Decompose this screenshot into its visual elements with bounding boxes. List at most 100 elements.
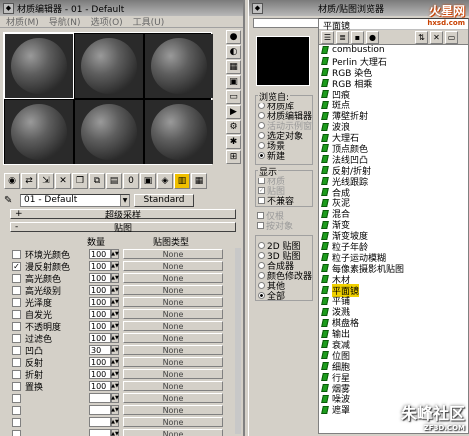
filter-option[interactable]: 3D 贴图 [256,250,312,260]
radio-button[interactable] [258,111,265,119]
get-material-icon[interactable]: ◉ [4,173,20,189]
map-amount-spinner[interactable]: ▲▼ [89,417,119,427]
rollout-maps[interactable]: - 贴图 [10,222,236,234]
radio-button[interactable] [258,261,265,269]
map-enable-checkbox[interactable] [12,309,21,319]
go-forward-sibling-icon[interactable]: ▦ [191,173,207,189]
chevron-down-icon[interactable]: ▼ [120,194,129,206]
sample-slot[interactable] [75,34,143,98]
browse-from-option[interactable]: 活动示例窗 [256,120,312,130]
checkbox[interactable]: ✓ [258,186,265,194]
map-amount-spinner[interactable]: ▲▼ [89,405,119,415]
select-by-material-icon[interactable]: ✱ [226,135,241,149]
make-unique-icon[interactable]: ⧉ [89,173,105,189]
material-effects-icon[interactable]: 0 [123,173,139,189]
checkbox[interactable] [257,211,264,219]
map-slot-button[interactable]: None [123,285,223,295]
browse-from-option[interactable]: 场景 [256,140,312,150]
map-amount-value[interactable]: 100 [89,309,111,319]
radio-button[interactable] [258,271,265,279]
spinner-arrows-icon[interactable]: ▲▼ [111,273,119,283]
map-enable-checkbox[interactable] [12,297,21,307]
map-amount-spinner[interactable]: 100 ▲▼ [89,357,119,367]
map-amount-spinner[interactable]: 100 ▲▼ [89,369,119,379]
editor-scrollbar[interactable] [235,248,241,434]
map-slot-button[interactable]: None [123,261,223,271]
delete-from-library-icon[interactable]: ✕ [430,30,443,44]
assign-to-selection-icon[interactable]: ⇲ [38,173,54,189]
spinner-arrows-icon[interactable]: ▲▼ [111,249,119,259]
rollout-supersampling[interactable]: + 超级采样 [10,209,236,221]
map-slot-button[interactable]: None [123,429,223,436]
map-amount-spinner[interactable]: 100 ▲▼ [89,309,119,319]
radio-button[interactable] [258,251,265,259]
spinner-arrows-icon[interactable]: ▲▼ [111,429,119,436]
radio-button[interactable] [258,151,265,159]
map-amount-value[interactable]: 100 [89,249,111,259]
put-to-scene-icon[interactable]: ⇄ [21,173,37,189]
go-to-parent-icon[interactable]: ▥ [174,173,190,189]
radio-button[interactable] [258,241,265,249]
map-amount-value[interactable]: 100 [89,273,111,283]
show-option[interactable]: ✓ 贴图 [256,185,312,195]
extra-option[interactable]: 仅根 [255,210,313,220]
map-amount-spinner[interactable]: 100 ▲▼ [89,381,119,391]
filter-option[interactable]: 合成器 [256,260,312,270]
show-option[interactable]: 不兼容 [256,195,312,205]
map-amount-spinner[interactable]: 100 ▲▼ [89,249,119,259]
map-enable-checkbox[interactable] [12,333,21,343]
map-amount-value[interactable] [89,405,111,415]
reset-map-icon[interactable]: ✕ [55,173,71,189]
map-amount-spinner[interactable]: 100 ▲▼ [89,285,119,295]
map-amount-value[interactable]: 100 [89,369,111,379]
spinner-arrows-icon[interactable]: ▲▼ [111,309,119,319]
map-slot-button[interactable]: None [123,345,223,355]
browse-from-option[interactable]: 新建 [256,150,312,160]
map-amount-spinner[interactable]: 100 ▲▼ [89,321,119,331]
map-slot-button[interactable]: None [123,381,223,391]
sample-slot[interactable] [75,100,143,164]
spinner-arrows-icon[interactable]: ▲▼ [111,417,119,427]
map-amount-value[interactable]: 100 [89,357,111,367]
map-slot-button[interactable]: None [123,249,223,259]
map-amount-value[interactable]: 100 [89,333,111,343]
map-slot-button[interactable]: None [123,309,223,319]
menu-options[interactable]: 选项(O) [91,15,123,28]
options-icon[interactable]: ⚙ [226,120,241,134]
map-amount-value[interactable] [89,393,111,403]
map-slot-button[interactable]: None [123,333,223,343]
sample-slot[interactable] [145,100,213,164]
map-enable-checkbox[interactable] [12,357,21,367]
put-to-library-icon[interactable]: ▤ [106,173,122,189]
sample-slot[interactable] [5,100,73,164]
map-enable-checkbox[interactable] [12,321,21,331]
map-enable-checkbox[interactable] [12,285,21,295]
show-end-result-icon[interactable]: ◈ [157,173,173,189]
radio-button[interactable] [258,281,265,289]
spinner-arrows-icon[interactable]: ▲▼ [111,357,119,367]
map-amount-value[interactable]: 100 [89,297,111,307]
spinner-arrows-icon[interactable]: ▲▼ [111,345,119,355]
browse-from-option[interactable]: 材质编辑器 [256,110,312,120]
map-navigator-icon[interactable]: ⊞ [226,150,241,164]
spinner-arrows-icon[interactable]: ▲▼ [111,393,119,403]
spinner-arrows-icon[interactable]: ▲▼ [111,333,119,343]
clear-library-icon[interactable]: ▭ [445,30,458,44]
make-copy-icon[interactable]: ❐ [72,173,88,189]
map-amount-spinner[interactable]: 100 ▲▼ [89,273,119,283]
map-enable-checkbox[interactable] [12,273,21,283]
map-amount-spinner[interactable]: ▲▼ [89,429,119,436]
map-amount-spinner[interactable]: 100 ▲▼ [89,297,119,307]
filter-option[interactable]: 全部 [256,290,312,300]
map-slot-button[interactable]: None [123,297,223,307]
spinner-arrows-icon[interactable]: ▲▼ [111,369,119,379]
spinner-arrows-icon[interactable]: ▲▼ [111,297,119,307]
menu-utilities[interactable]: 工具(U) [133,15,165,28]
sample-slot[interactable] [4,33,74,99]
map-amount-value[interactable]: 100 [89,261,111,271]
map-enable-checkbox[interactable] [12,417,21,427]
sample-slot[interactable] [145,34,213,98]
spinner-arrows-icon[interactable]: ▲▼ [111,321,119,331]
map-enable-checkbox[interactable] [12,369,21,379]
map-amount-value[interactable]: 30 [89,345,111,355]
